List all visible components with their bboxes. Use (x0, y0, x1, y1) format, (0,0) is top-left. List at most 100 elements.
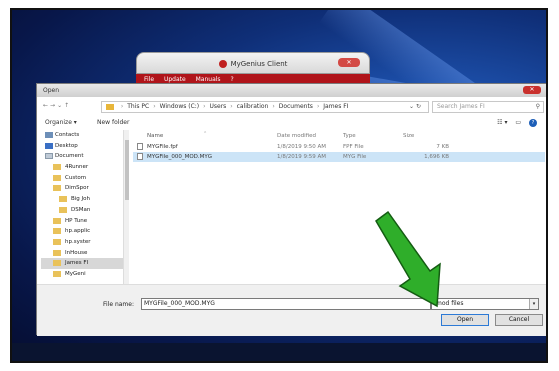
back-arrow-icon[interactable]: ← (43, 102, 50, 109)
nav-item-big-joh[interactable]: Big Joh (41, 194, 123, 205)
open-button[interactable]: Open (441, 314, 489, 326)
file-size: 1,696 KB (424, 154, 449, 160)
column-header-name[interactable]: Name (147, 130, 163, 142)
scrollbar-thumb[interactable] (125, 140, 129, 200)
file-date: 1/8/2019 9:59 AM (277, 154, 327, 160)
nav-item-inhouse[interactable]: InHouse (41, 248, 123, 259)
nav-item-label: Desktop (55, 142, 78, 149)
address-dropdown-icon[interactable]: ⌄ (409, 103, 414, 110)
nav-item-label: MyGeni (65, 270, 86, 277)
nav-item-label: James FI (65, 260, 89, 267)
nav-item-label: Custom (65, 174, 87, 181)
nav-item-james-fi[interactable]: James FI (41, 258, 123, 269)
file-type-filter-select[interactable]: mod files ▾ (431, 298, 539, 310)
documents-icon (45, 153, 53, 160)
nav-item-documents[interactable]: Document (41, 151, 123, 162)
nav-item-label: Document (55, 153, 84, 160)
file-row[interactable]: MYGFile.fpf 1/8/2019 9:50 AM FPF File 7 … (133, 142, 545, 152)
folder-icon (59, 206, 67, 213)
dialog-title: Open (43, 87, 60, 94)
folder-icon (53, 185, 61, 192)
nav-item-label: 4Runner (65, 164, 89, 171)
view-options-icon[interactable]: ☷ ▾ (497, 119, 507, 126)
sort-caret-icon: ⌃ (203, 131, 208, 137)
new-folder-button[interactable]: New folder (97, 117, 129, 129)
nav-item-hp-applic[interactable]: hp.applic (41, 226, 123, 237)
address-tools: ⌄ ↻ (409, 103, 421, 110)
folder-icon (59, 196, 67, 203)
nav-item-contacts[interactable]: Contacts (41, 130, 123, 141)
nav-item-hp-tune[interactable]: HP Tune (41, 216, 123, 227)
column-header-type[interactable]: Type (343, 130, 356, 142)
file-list: ⌃ Name Date modified Type Size MYGFile.f… (133, 130, 545, 284)
client-close-button[interactable]: ✕ (338, 58, 360, 67)
nav-item-dimspor[interactable]: DimSpor (41, 183, 123, 194)
desktop-screen: MyGenius Client ✕ File Update Manuals ? … (10, 8, 548, 363)
client-title-bar[interactable]: MyGenius Client (136, 52, 370, 74)
crumb-this-pc[interactable]: This PC (127, 103, 149, 110)
folder-icon (53, 174, 61, 181)
nav-item-hp-system[interactable]: hp.syster (41, 237, 123, 248)
crumb-users[interactable]: Users (209, 103, 226, 110)
folder-icon (53, 249, 61, 256)
dialog-close-button[interactable]: ✕ (523, 86, 541, 94)
desktop-icon (45, 142, 53, 149)
nav-pane-scrollbar[interactable] (123, 130, 129, 284)
crumb-james-fi[interactable]: James FI (323, 103, 348, 110)
folder-icon (53, 260, 61, 267)
file-row-selected[interactable]: MYGFile_000_MOD.MYG 1/8/2019 9:59 AM MYG… (133, 152, 545, 162)
nav-item-custom[interactable]: Custom (41, 173, 123, 184)
folder-icon (106, 103, 114, 110)
file-name-label: File name: (103, 301, 134, 308)
folder-icon (53, 228, 61, 235)
nav-item-label: DimSpor (65, 185, 89, 192)
nav-item-desktop[interactable]: Desktop (41, 141, 123, 152)
file-name-input[interactable]: MYGFile_000_MOD.MYG (141, 298, 431, 310)
forward-arrow-icon[interactable]: → (50, 102, 57, 109)
refresh-icon[interactable]: ↻ (416, 103, 421, 110)
nav-item-mygeni[interactable]: MyGeni (41, 269, 123, 280)
mygenius-logo-icon (218, 60, 227, 68)
filter-value: mod files (436, 300, 464, 307)
contacts-icon (45, 132, 53, 138)
file-type: MYG File (343, 154, 367, 160)
dialog-title-bar[interactable]: Open (37, 84, 546, 97)
folder-icon (53, 217, 61, 224)
nav-item-label: hp.applic (65, 228, 91, 235)
column-header-size[interactable]: Size (403, 130, 449, 142)
dialog-footer: File name: MYGFile_000_MOD.MYG mod files… (37, 284, 546, 336)
nav-item-dsman[interactable]: DSMan (41, 205, 123, 216)
cancel-button[interactable]: Cancel (495, 314, 543, 326)
search-icon: ⚲ (535, 103, 540, 110)
organize-button[interactable]: Organize ▾ (45, 117, 77, 129)
menu-update[interactable]: Update (164, 76, 186, 83)
menu-file[interactable]: File (144, 76, 154, 83)
folder-icon (53, 270, 61, 277)
folder-icon (53, 238, 61, 245)
folder-icon (53, 164, 61, 171)
crumb-documents[interactable]: Documents (279, 103, 313, 110)
column-header-date[interactable]: Date modified (277, 130, 316, 142)
help-icon[interactable]: ? (529, 119, 537, 127)
taskbar (12, 343, 546, 361)
file-name: MYGFile.fpf (147, 144, 178, 150)
file-name: MYGFile_000_MOD.MYG (147, 154, 212, 160)
menu-manuals[interactable]: Manuals (196, 76, 221, 83)
dialog-toolbar: Organize ▾ New folder ☷ ▾ ▭ ? (37, 117, 546, 129)
nav-item-label: DSMan (71, 206, 91, 213)
up-arrow-icon[interactable]: ↑ (64, 102, 71, 109)
chevron-down-icon: ▾ (529, 299, 538, 309)
menu-help[interactable]: ? (230, 76, 233, 83)
navigation-pane: Contacts Desktop Document 4Runner Custom… (41, 130, 123, 284)
search-input[interactable]: Search James FI ⚲ (432, 101, 544, 113)
address-bar[interactable]: › This PC › Windows (C:) › Users › calibrat… (101, 101, 429, 113)
nav-item-label: hp.syster (65, 238, 91, 245)
nav-item-label: Contacts (55, 132, 80, 138)
file-date: 1/8/2019 9:50 AM (277, 144, 327, 150)
preview-pane-icon[interactable]: ▭ (515, 119, 521, 126)
crumb-calibration[interactable]: calibration (237, 103, 269, 110)
nav-item-4runner[interactable]: 4Runner (41, 162, 123, 173)
crumb-windows-c[interactable]: Windows (C:) (160, 103, 200, 110)
address-row: ←→ ⌄ ↑ › This PC › Windows (C:) › Users › cal… (37, 99, 546, 115)
search-placeholder: Search James FI (437, 103, 485, 110)
